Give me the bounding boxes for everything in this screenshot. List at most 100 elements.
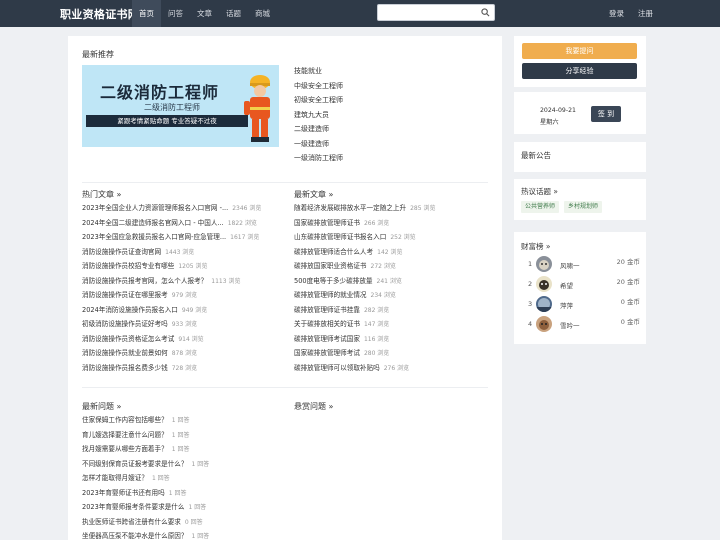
- new-articles-title[interactable]: 最新文章 »: [294, 189, 333, 200]
- list-item[interactable]: 消防设施操作员报名费多少钱 728 浏览: [82, 361, 261, 376]
- search-box: [377, 4, 495, 21]
- hot-articles-title[interactable]: 热门文章 »: [82, 189, 121, 200]
- nav-mall[interactable]: 商城: [248, 0, 277, 27]
- divider: [82, 387, 488, 388]
- share-experience-button[interactable]: 分享经验: [522, 63, 637, 79]
- rank-number: 3: [528, 300, 533, 308]
- main-nav: 首页 问答 文章 话题 商城: [132, 0, 277, 27]
- ask-question-button[interactable]: 我要提问: [522, 43, 637, 59]
- list-item[interactable]: 国家碳排放管理师证书 266 浏览: [294, 216, 435, 231]
- new-questions-title[interactable]: 最新问题 »: [82, 401, 121, 412]
- category-item[interactable]: 建筑九大员: [294, 108, 343, 123]
- list-item[interactable]: 碳排放管理师可以领取补贴吗 276 浏览: [294, 361, 435, 376]
- category-list: 技能就业 中级安全工程师 初级安全工程师 建筑九大员 二级建造师 一级建造师 一…: [294, 64, 343, 166]
- banner-subtitle: 二级消防工程师: [144, 103, 200, 112]
- list-item[interactable]: 执业医师证书跨省注册有什么要求 0 回答: [82, 515, 209, 530]
- rank-row[interactable]: 3 萍萍 0 金币: [528, 296, 640, 314]
- hot-articles-list: 2023年全国企业人力资源管理师报名入口官网 -... 2346 浏览 2024年…: [82, 201, 261, 375]
- rank-row[interactable]: 4 雪吟一 0 金币: [528, 316, 640, 334]
- search-input[interactable]: [382, 5, 478, 20]
- list-item[interactable]: 2023年育婴师证书还有用吗 1 回答: [82, 486, 209, 501]
- category-item[interactable]: 二级建造师: [294, 122, 343, 137]
- checkin-button[interactable]: 签 到: [591, 106, 621, 122]
- list-item[interactable]: 500度电等于多少碳排放量 241 浏览: [294, 274, 435, 289]
- banner-strip: 紧跟考情紧贴命题 专业答疑不过夜: [86, 115, 248, 127]
- rank-coins: 0 金币: [620, 298, 640, 306]
- notice-card: 最新公告: [514, 142, 646, 172]
- list-item[interactable]: 消防设施操作员证在哪里报考 979 浏览: [82, 288, 261, 303]
- list-item[interactable]: 消防设施操作员资格证怎么考试 914 浏览: [82, 332, 261, 347]
- login-link[interactable]: 登录: [609, 0, 624, 27]
- topic-tag[interactable]: 公共营养师: [521, 201, 560, 213]
- category-item[interactable]: 一级消防工程师: [294, 151, 343, 166]
- checkin-weekday: 星期六: [540, 119, 559, 126]
- nav-qa[interactable]: 问答: [161, 0, 190, 27]
- main-content: 最新推荐 二级消防工程师 二级消防工程师 紧跟考情紧贴命题 专业答疑不过夜 技能…: [68, 36, 502, 540]
- new-articles-list: 随着经济发展碳排放水平一定随之上升 285 浏览 国家碳排放管理师证书 266 浏览…: [294, 201, 435, 375]
- list-item[interactable]: 怎样才能取得月嫂证？ 1 回答: [82, 471, 209, 486]
- rank-row[interactable]: 2 希望 20 金币: [528, 276, 640, 294]
- list-item[interactable]: 坐便器高压泵不能冲水是什么原因？ 1 回答: [82, 529, 209, 540]
- list-item[interactable]: 国家碳排放管理师考试 280 浏览: [294, 346, 435, 361]
- list-item[interactable]: 住家保姆工作内容包括哪些？ 1 回答: [82, 413, 209, 428]
- category-item[interactable]: 一级建造师: [294, 137, 343, 152]
- checkin-date: 2024-09-21: [540, 107, 576, 114]
- avatar[interactable]: [536, 296, 552, 312]
- nav-articles[interactable]: 文章: [190, 0, 219, 27]
- firefighter-illustration: [244, 75, 270, 142]
- nav-topics[interactable]: 话题: [219, 0, 248, 27]
- rank-coins: 20 金币: [616, 258, 640, 266]
- list-item[interactable]: 随着经济发展碳排放水平一定随之上升 285 浏览: [294, 201, 435, 216]
- topics-card: 热议话题 » 公共营养师 乡村规划师: [514, 179, 646, 220]
- rank-coins: 0 金币: [620, 318, 640, 326]
- avatar[interactable]: [536, 276, 552, 292]
- rank-number: 4: [528, 320, 533, 328]
- list-item[interactable]: 消防设施操作员报考官网，怎么个人报考？ 1113 浏览: [82, 274, 261, 289]
- list-item[interactable]: 消防设施操作员就业前景如何 878 浏览: [82, 346, 261, 361]
- avatar[interactable]: [536, 316, 552, 332]
- rank-title[interactable]: 财富榜 »: [521, 241, 550, 252]
- category-item[interactable]: 技能就业: [294, 64, 343, 79]
- list-item[interactable]: 2023年全国企业人力资源管理师报名入口官网 -... 2346 浏览: [82, 201, 261, 216]
- list-item[interactable]: 2023年全国应急救援员报名入口官网-应急管理... 1617 浏览: [82, 230, 261, 245]
- rank-username[interactable]: 萍萍: [560, 300, 573, 310]
- rank-username[interactable]: 风啸一: [560, 260, 580, 270]
- rank-coins: 20 金币: [616, 278, 640, 286]
- action-card: 我要提问 分享经验: [514, 36, 646, 87]
- rank-number: 2: [528, 280, 533, 288]
- nav-home[interactable]: 首页: [132, 0, 161, 27]
- site-logo[interactable]: 职业资格证书网: [60, 6, 139, 22]
- rank-row[interactable]: 1 风啸一 20 金币: [528, 256, 640, 274]
- list-item[interactable]: 2024年全国二级建造师报名官网入口 - 中国人... 1822 浏览: [82, 216, 261, 231]
- list-item[interactable]: 碳排放管理师适合什么人考 142 浏览: [294, 245, 435, 260]
- list-item[interactable]: 碳排放管理师的就业情况 234 浏览: [294, 288, 435, 303]
- list-item[interactable]: 不同级别保育员证报考要求是什么？ 1 回答: [82, 457, 209, 472]
- topic-tag[interactable]: 乡村规划师: [564, 201, 603, 213]
- list-item[interactable]: 消防设施操作员校招专业有哪些 1205 浏览: [82, 259, 261, 274]
- rank-username[interactable]: 希望: [560, 280, 573, 290]
- list-item[interactable]: 2023年育婴师报考条件要求是什么 1 回答: [82, 500, 209, 515]
- recommend-title: 最新推荐: [82, 50, 114, 59]
- list-item[interactable]: 关于碳排放相关的证书 147 浏览: [294, 317, 435, 332]
- list-item[interactable]: 初级消防设施操作员证好考吗 933 浏览: [82, 317, 261, 332]
- category-item[interactable]: 初级安全工程师: [294, 93, 343, 108]
- avatar[interactable]: [536, 256, 552, 272]
- rank-username[interactable]: 雪吟一: [560, 320, 580, 330]
- banner-title: 二级消防工程师: [100, 83, 220, 102]
- list-item[interactable]: 2024年消防设施操作员报名入口 949 浏览: [82, 303, 261, 318]
- divider: [82, 182, 488, 183]
- list-item[interactable]: 山东碳排放管理师证书报名入口 252 浏览: [294, 230, 435, 245]
- search-icon[interactable]: [481, 8, 490, 17]
- list-item[interactable]: 碳排放国家职业资格证书 272 浏览: [294, 259, 435, 274]
- list-item[interactable]: 碳排放管理师证书挂靠 282 浏览: [294, 303, 435, 318]
- list-item[interactable]: 碳排放管理师考试国家 116 浏览: [294, 332, 435, 347]
- list-item[interactable]: 找月嫂需要从哪些方面着手？ 1 回答: [82, 442, 209, 457]
- list-item[interactable]: 消防设施操作员证查询官网 1443 浏览: [82, 245, 261, 260]
- topics-title[interactable]: 热议话题 »: [521, 186, 558, 197]
- recommend-banner[interactable]: 二级消防工程师 二级消防工程师 紧跟考情紧贴命题 专业答疑不过夜: [82, 65, 279, 147]
- list-item[interactable]: 育儿嫂选择要注意什么问题？ 1 回答: [82, 428, 209, 443]
- category-item[interactable]: 中级安全工程师: [294, 79, 343, 94]
- reward-questions-title[interactable]: 悬赏问题 »: [294, 401, 333, 412]
- register-link[interactable]: 注册: [638, 0, 653, 27]
- rank-number: 1: [528, 260, 533, 268]
